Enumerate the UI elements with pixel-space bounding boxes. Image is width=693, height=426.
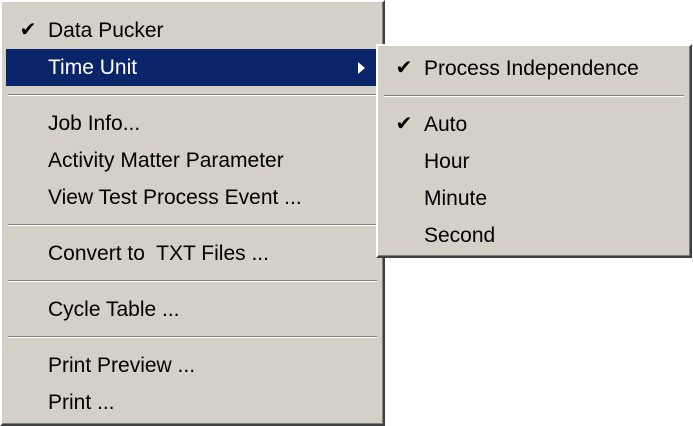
menu-item-label: Convert to TXT Files ...: [48, 242, 269, 265]
check-icon: ✔: [395, 57, 413, 79]
time-unit-submenu: ✔ Process Independence ✔ Auto Hour Minut…: [376, 44, 692, 258]
check-icon: ✔: [19, 19, 37, 41]
menu-item-label: Process Independence: [424, 57, 639, 80]
submenu-item-second[interactable]: Second: [382, 217, 684, 254]
menu-item-label: Print Preview ...: [48, 354, 196, 377]
menu-item-label: View Test Process Event ...: [48, 186, 302, 209]
menu-separator: [6, 86, 377, 105]
submenu-item-auto[interactable]: ✔ Auto: [382, 106, 684, 143]
submenu-item-hour[interactable]: Hour: [382, 143, 684, 180]
chevron-right-icon: [358, 62, 365, 74]
menu-item-label: Auto: [424, 113, 468, 136]
menu-item-time-unit[interactable]: Time Unit: [6, 49, 377, 86]
check-icon: ✔: [395, 113, 413, 135]
menu-item-view-test-process-event[interactable]: View Test Process Event ...: [6, 179, 377, 216]
menu-item-label: Hour: [424, 150, 470, 173]
context-menu: ✔ Data Pucker Time Unit Job Info... Acti…: [0, 0, 385, 426]
menu-item-label: Activity Matter Parameter: [48, 149, 284, 172]
menu-item-label: Job Info...: [48, 112, 141, 135]
menu-item-cycle-table[interactable]: Cycle Table ...: [6, 291, 377, 328]
submenu-item-minute[interactable]: Minute: [382, 180, 684, 217]
menu-item-label: Data Pucker: [48, 19, 164, 42]
menu-separator: [6, 272, 377, 291]
menu-item-print-preview[interactable]: Print Preview ...: [6, 347, 377, 384]
menu-item-job-info[interactable]: Job Info...: [6, 105, 377, 142]
menu-separator: [382, 87, 684, 106]
menu-item-print[interactable]: Print ...: [6, 384, 377, 421]
menu-item-convert-to-txt-files[interactable]: Convert to TXT Files ...: [6, 235, 377, 272]
menu-separator: [6, 328, 377, 347]
menu-separator: [6, 216, 377, 235]
menu-item-label: Cycle Table ...: [48, 298, 180, 321]
menu-item-activity-matter-parameter[interactable]: Activity Matter Parameter: [6, 142, 377, 179]
submenu-item-process-independence[interactable]: ✔ Process Independence: [382, 50, 684, 87]
menu-item-label: Time Unit: [48, 56, 138, 79]
menu-item-label: Print ...: [48, 391, 115, 414]
menu-item-data-pucker[interactable]: ✔ Data Pucker: [6, 12, 377, 49]
menu-item-label: Second: [424, 224, 496, 247]
menu-item-label: Minute: [424, 187, 488, 210]
